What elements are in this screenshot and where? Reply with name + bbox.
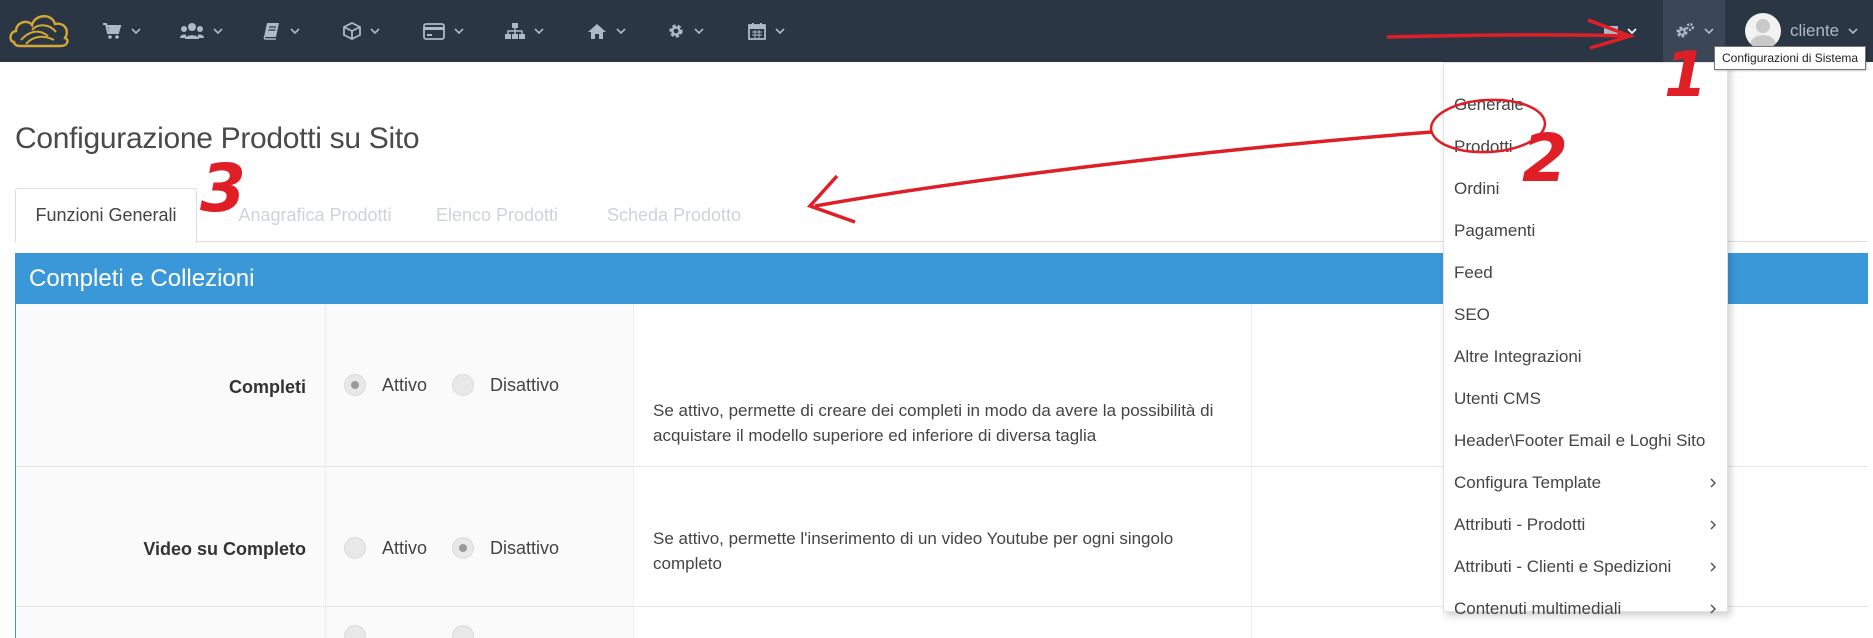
annotation-step-3: 3 [200, 150, 246, 227]
chevron-right-icon [1710, 520, 1717, 530]
menu-item-ordini[interactable]: Ordini [1444, 169, 1727, 209]
radio-disattivo[interactable]: Disattivo [452, 374, 559, 396]
menu-item-header-footer[interactable]: Header\Footer Email e Loghi Sito [1444, 421, 1727, 461]
sitemap-icon [505, 23, 525, 39]
nav-customers-menu[interactable] [180, 0, 223, 62]
user-name: cliente [1790, 21, 1840, 40]
menu-item-feed[interactable]: Feed [1444, 253, 1727, 293]
setting-label: Video su Completo [143, 539, 306, 559]
radio-attivo[interactable]: Attivo [344, 537, 427, 559]
chevron-down-icon [131, 27, 141, 34]
shopping-cart-icon [103, 23, 122, 39]
nav-home-menu[interactable] [587, 0, 626, 62]
setting-description: Se attivo, permette l'inserimento di un … [653, 529, 1174, 573]
calendar-icon [748, 23, 766, 40]
logo-cloud-icon[interactable] [8, 10, 72, 52]
nav-calendar-menu[interactable] [748, 0, 785, 62]
radio-option[interactable] [344, 625, 382, 638]
radio-attivo[interactable]: Attivo [344, 374, 427, 396]
top-navbar: cliente [0, 0, 1873, 62]
avatar [1745, 13, 1781, 49]
menu-item-pagamenti[interactable]: Pagamenti [1444, 211, 1727, 251]
flag-icon [1604, 26, 1618, 36]
nav-payments-menu[interactable] [423, 0, 464, 62]
chevron-down-icon [1627, 27, 1637, 34]
tab-elenco-prodotti[interactable]: Elenco Prodotti [417, 188, 577, 242]
chevron-down-icon [694, 27, 704, 34]
nav-settings-menu[interactable] [667, 0, 704, 62]
nav-orders-menu[interactable] [102, 0, 141, 62]
system-config-dropdown: Generale Prodotti Ordini Pagamenti Feed … [1443, 62, 1728, 618]
chevron-down-icon [1703, 27, 1714, 34]
annotation-step-1: 1 [1664, 38, 1708, 111]
menu-item-seo[interactable]: SEO [1444, 295, 1727, 335]
menu-item-attributi-clienti[interactable]: Attributi - Clienti e Spedizioni [1444, 547, 1727, 587]
chevron-down-icon [616, 27, 626, 34]
cube-icon [343, 22, 361, 40]
annotation-step-2: 2 [1522, 120, 1568, 197]
menu-item-prodotti[interactable]: Prodotti [1444, 127, 1727, 167]
menu-item-utenti-cms[interactable]: Utenti CMS [1444, 379, 1727, 419]
tab-funzioni-generali[interactable]: Funzioni Generali [15, 188, 197, 243]
chevron-right-icon [1710, 604, 1717, 614]
menu-item-contenuti-multimediali[interactable]: Contenuti multimediali [1444, 589, 1727, 629]
setting-label: Completi [228, 377, 306, 397]
chevron-down-icon [290, 27, 300, 34]
chevron-down-icon [1848, 27, 1858, 34]
menu-item-altre-integrazioni[interactable]: Altre Integrazioni [1444, 337, 1727, 377]
gear-icon [669, 24, 683, 38]
nav-products-menu[interactable] [343, 0, 380, 62]
chevron-down-icon [370, 27, 380, 34]
nav-structure-menu[interactable] [505, 0, 544, 62]
menu-item-attributi-prodotti[interactable]: Attributi - Prodotti [1444, 505, 1727, 545]
chevron-down-icon [213, 27, 223, 34]
nav-language-menu[interactable] [1604, 0, 1637, 62]
radio-option[interactable] [452, 625, 490, 638]
chevron-right-icon [1710, 478, 1717, 488]
radio-disattivo[interactable]: Disattivo [452, 537, 559, 559]
nav-catalog-menu[interactable] [263, 0, 300, 62]
home-icon [588, 23, 606, 39]
system-config-tooltip: Configurazioni di Sistema [1714, 46, 1867, 70]
credit-card-icon [423, 22, 445, 40]
setting-description: Se attivo, permette di creare dei comple… [653, 401, 1214, 445]
chevron-down-icon [534, 27, 544, 34]
book-icon [263, 23, 279, 40]
chevron-down-icon [454, 27, 464, 34]
tab-scheda-prodotto[interactable]: Scheda Prodotto [583, 188, 765, 242]
menu-item-configura-template[interactable]: Configura Template [1444, 463, 1727, 503]
users-icon [180, 23, 204, 39]
chevron-down-icon [775, 27, 785, 34]
chevron-right-icon [1710, 562, 1717, 572]
